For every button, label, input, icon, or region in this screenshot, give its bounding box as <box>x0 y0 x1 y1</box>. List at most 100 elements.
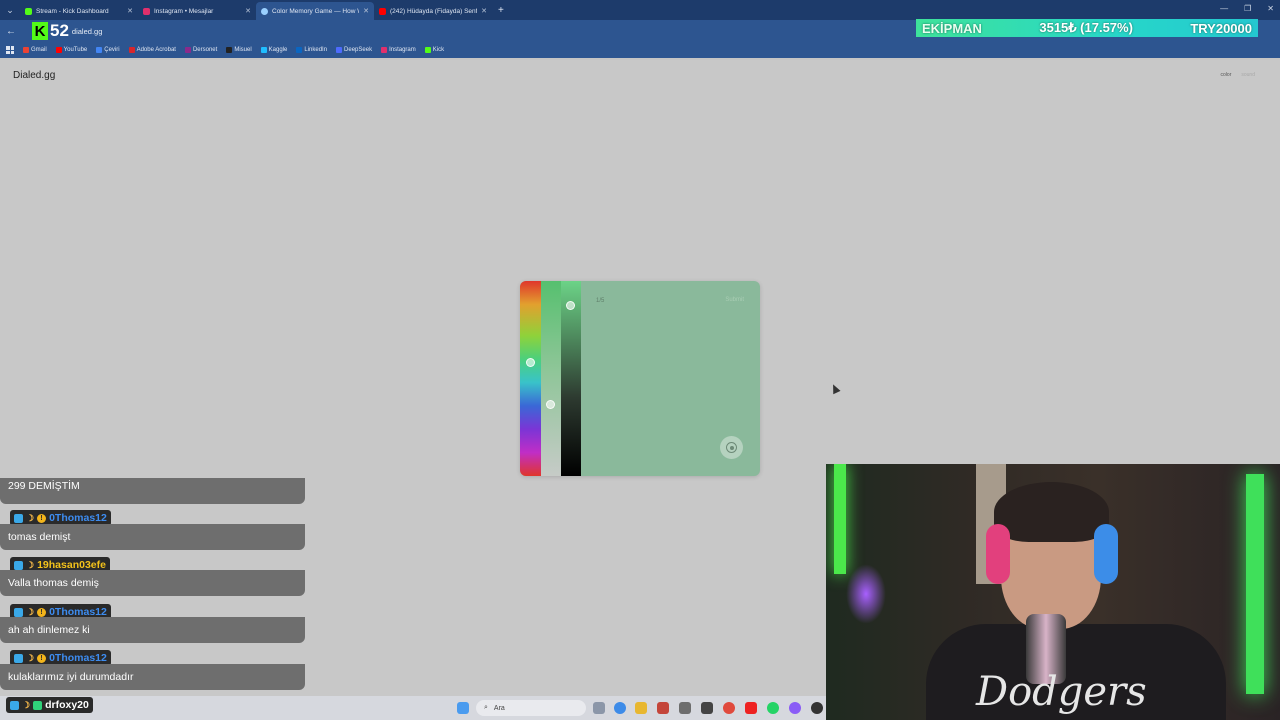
kaggle-icon <box>260 47 267 53</box>
submit-target-button[interactable] <box>720 436 743 459</box>
chat-message-text: tomas demişt <box>8 531 71 543</box>
tab-instagram[interactable]: Instagram • Mesajlar ✕ <box>138 2 256 20</box>
bookmark-label: Misuel <box>234 47 252 53</box>
translate-icon <box>96 47 103 53</box>
chat-username-text: 0Thomas12 <box>49 512 107 524</box>
close-tab-icon[interactable]: ✕ <box>245 7 251 15</box>
bookmark-label: DeepSeek <box>344 47 373 53</box>
tab-color-memory-game[interactable]: Color Memory Game — How W ✕ <box>256 2 374 20</box>
tab-title: (242) Hüdayda (Fidayda) Senfo <box>390 7 478 15</box>
gold-badge-icon: ! <box>37 607 47 617</box>
ticker-label: EKİPMAN <box>922 20 982 36</box>
kick-viewer-number: 52 <box>50 21 69 40</box>
snipping-tool-icon[interactable] <box>701 702 713 714</box>
app-icon[interactable] <box>679 702 691 714</box>
bookmark-label: Dersonet <box>192 47 218 53</box>
chat-message-text: kulaklarımız iyi durumdadır <box>8 671 134 683</box>
saturation-slider[interactable] <box>541 281 561 476</box>
bookmark-adobe-acrobat[interactable]: Adobe Acrobat <box>128 47 176 53</box>
chat-message-text: ah ah dinlemez ki <box>8 624 90 636</box>
start-icon[interactable] <box>457 702 469 714</box>
tab-search-icon[interactable]: ⌄ <box>0 0 20 20</box>
hue-slider[interactable] <box>520 281 541 476</box>
globe-favicon-icon <box>261 7 268 15</box>
hue-knob[interactable] <box>526 358 535 367</box>
saturation-knob[interactable] <box>546 400 555 409</box>
subscriber-badge-icon <box>14 560 23 570</box>
kick-overlay-logo: K 52 <box>32 21 69 41</box>
url-field[interactable]: dialed.gg <box>72 27 102 36</box>
subscriber-badge-icon <box>10 700 19 710</box>
bookmark-label: Instagram <box>389 47 416 53</box>
green-light <box>834 464 846 574</box>
moon-badge-icon: ☽ <box>22 699 31 710</box>
bookmark-label: Adobe Acrobat <box>136 47 176 53</box>
subscriber-badge-icon <box>14 513 23 523</box>
bookmark-label: YouTube <box>63 47 88 53</box>
lightness-knob[interactable] <box>566 301 575 310</box>
chat-message: tomas demişt <box>0 524 305 550</box>
close-tab-icon[interactable]: ✕ <box>127 7 133 15</box>
bookmark-kaggle[interactable]: Kaggle <box>260 47 287 53</box>
bookmark-instagram[interactable]: Instagram <box>381 47 416 53</box>
tab-youtube[interactable]: (242) Hüdayda (Fidayda) Senfo ✕ <box>374 2 492 20</box>
moon-badge-icon: ☽ <box>26 559 35 570</box>
bookmark-youtube[interactable]: YouTube <box>55 47 88 53</box>
obs-icon[interactable] <box>811 702 823 714</box>
tab-title: Color Memory Game — How W <box>272 7 360 15</box>
tab-title: Stream - Kick Dashboard <box>36 7 109 15</box>
bookmark-label: Çeviri <box>104 47 120 53</box>
task-view-icon[interactable] <box>593 702 605 714</box>
site-brand[interactable]: Dialed.gg <box>13 70 55 81</box>
bookmark-deepseek[interactable]: DeepSeek <box>336 47 372 53</box>
kick-favicon-icon <box>25 7 32 15</box>
subscriber-badge-icon <box>14 607 23 617</box>
restore-icon[interactable]: ❐ <box>1244 4 1251 13</box>
whatsapp-icon[interactable] <box>767 702 779 714</box>
calendar-app-icon[interactable] <box>657 702 669 714</box>
back-arrow-icon[interactable]: ← <box>0 26 22 37</box>
submit-label[interactable]: Submit <box>725 297 744 303</box>
bookmark-misuel[interactable]: Misuel <box>226 47 252 53</box>
mode-color-link[interactable]: color <box>1221 72 1232 78</box>
chat-username-text: 0Thomas12 <box>49 652 107 664</box>
search-placeholder: Ara <box>493 704 505 712</box>
youtube-app-icon[interactable] <box>745 702 757 714</box>
color-picker-card: 1/5 Submit <box>520 281 760 476</box>
chat-message: 299 DEMİŞTİM <box>0 478 305 504</box>
close-window-icon[interactable]: ✕ <box>1267 4 1274 13</box>
tab-title: Instagram • Mesajlar <box>154 7 214 15</box>
bookmark-kick[interactable]: Kick <box>424 47 445 53</box>
instagram-icon <box>381 47 388 53</box>
bookmark-label: Kick <box>432 47 445 53</box>
new-tab-icon[interactable]: + <box>498 5 504 16</box>
tab-kick-dashboard[interactable]: Stream - Kick Dashboard ✕ <box>20 2 138 20</box>
webcam-feed: Dodgers <box>826 464 1280 720</box>
file-explorer-icon[interactable] <box>635 702 647 714</box>
gold-badge-icon: ! <box>37 653 47 663</box>
bookmark-dersonet[interactable]: Dersonet <box>184 47 218 53</box>
chrome-icon[interactable] <box>723 702 735 714</box>
bookmark-ceviri[interactable]: Çeviri <box>96 47 120 53</box>
deepseek-icon <box>336 47 343 53</box>
chat-message: Valla thomas demiş <box>0 570 305 596</box>
discord-icon[interactable] <box>789 702 801 714</box>
apps-grid-icon[interactable] <box>6 46 14 54</box>
chat-message-text: Valla thomas demiş <box>8 577 99 589</box>
chat-message: ah ah dinlemez ki <box>0 617 305 643</box>
tab-bar: ⌄ Stream - Kick Dashboard ✕ Instagram • … <box>0 0 1280 20</box>
lightness-slider[interactable] <box>561 281 581 476</box>
copilot-icon[interactable] <box>614 702 626 714</box>
search-icon: ⌕ <box>484 704 488 711</box>
minimize-icon[interactable]: — <box>1220 4 1228 13</box>
kick-k-icon: K <box>32 22 48 40</box>
taskbar-search[interactable]: ⌕ Ara <box>476 700 586 716</box>
mode-sound-link[interactable]: sound <box>1241 72 1255 78</box>
acrobat-icon <box>128 47 135 53</box>
close-tab-icon[interactable]: ✕ <box>363 7 369 15</box>
bookmark-linkedin[interactable]: LinkedIn <box>296 47 327 53</box>
misuel-icon <box>226 47 233 53</box>
bookmark-gmail[interactable]: Gmail <box>23 47 47 53</box>
close-tab-icon[interactable]: ✕ <box>481 7 487 15</box>
gmail-icon <box>23 47 29 53</box>
